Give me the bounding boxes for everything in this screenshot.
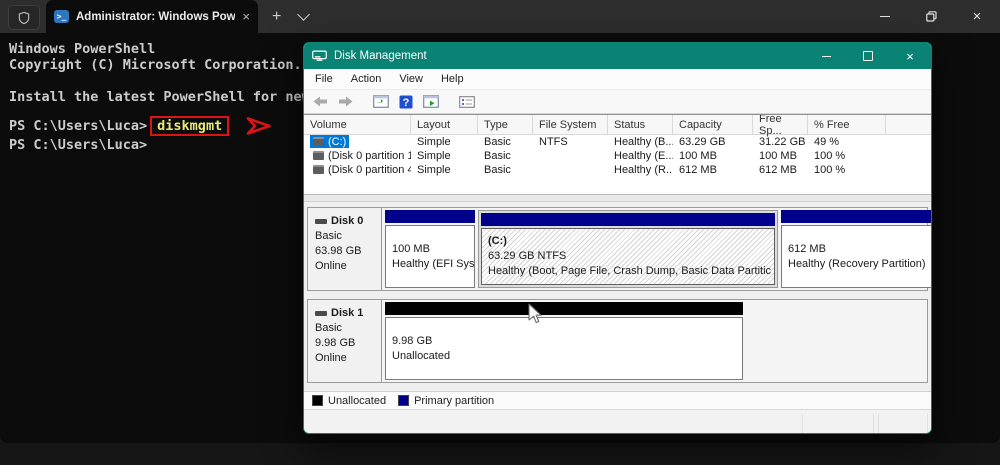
terminal-tab[interactable]: >_ Administrator: Windows Pow × bbox=[46, 0, 258, 33]
partition-c-selected[interactable]: (C:) 63.29 GB NTFS Healthy (Boot, Page F… bbox=[478, 210, 778, 288]
volume-icon bbox=[313, 137, 324, 146]
column-header-pct-free[interactable]: % Free bbox=[808, 115, 886, 134]
svg-text:?: ? bbox=[403, 97, 410, 109]
menu-file[interactable]: File bbox=[306, 73, 342, 85]
tab-close-icon[interactable]: × bbox=[242, 10, 250, 23]
show-console-tree-icon[interactable] bbox=[371, 93, 391, 111]
unallocated-space[interactable]: 9.98 GB Unallocated bbox=[385, 302, 743, 380]
disk0-row: Disk 0 Basic 63.98 GB Online 100 MB Heal… bbox=[307, 207, 931, 291]
volume-name: (Disk 0 partition 4) bbox=[310, 163, 411, 176]
partition-recovery[interactable]: 612 MB Healthy (Recovery Partition) bbox=[781, 210, 931, 288]
properties-icon[interactable] bbox=[457, 93, 477, 111]
column-header-file-system[interactable]: File System bbox=[533, 115, 608, 134]
help-icon[interactable]: ? bbox=[396, 93, 416, 111]
column-header-type[interactable]: Type bbox=[478, 115, 533, 134]
terminal-output-line: Install the latest PowerShell for new bbox=[9, 89, 310, 105]
primary-partition-swatch bbox=[398, 395, 410, 406]
legend-unallocated: Unallocated bbox=[312, 395, 386, 407]
column-header-capacity[interactable]: Capacity bbox=[673, 115, 753, 134]
terminal-prompt-line: PS C:\Users\Luca> diskmgmt bbox=[9, 116, 273, 136]
unallocated-bar bbox=[385, 302, 743, 315]
window-title: Disk Management bbox=[334, 50, 427, 62]
disk1-label[interactable]: Disk 1 Basic 9.98 GB Online bbox=[308, 300, 382, 382]
highlighted-command: diskmgmt bbox=[150, 116, 230, 136]
disk-icon bbox=[315, 219, 327, 224]
terminal-tab-title: Administrator: Windows Pow bbox=[76, 10, 236, 23]
volume-row-c[interactable]: (C:) Simple Basic NTFS Healthy (B... 63.… bbox=[304, 135, 931, 149]
disk0-label[interactable]: Disk 0 Basic 63.98 GB Online bbox=[308, 208, 382, 290]
dm-maximize-button[interactable] bbox=[847, 43, 889, 69]
new-tab-button[interactable]: + bbox=[272, 0, 281, 33]
terminal-output-line: Copyright (C) Microsoft Corporation. bbox=[9, 57, 302, 73]
partition-efi[interactable]: 100 MB Healthy (EFI System P bbox=[385, 210, 475, 288]
primary-partition-bar bbox=[781, 210, 931, 223]
volume-list: Volume Layout Type File System Status Ca… bbox=[304, 114, 931, 195]
powershell-icon: >_ bbox=[54, 10, 69, 23]
annotation-arrow-icon bbox=[246, 117, 272, 135]
volume-row-partition1[interactable]: (Disk 0 partition 1) Simple Basic Health… bbox=[304, 149, 931, 163]
menu-view[interactable]: View bbox=[390, 73, 432, 85]
admin-shield-badge bbox=[8, 5, 40, 30]
prompt-text: PS C:\Users\Luca> bbox=[9, 118, 148, 134]
disk-management-app-icon bbox=[312, 50, 327, 61]
column-header-status[interactable]: Status bbox=[608, 115, 673, 134]
tab-dropdown-icon[interactable] bbox=[297, 8, 311, 21]
show-action-pane-icon[interactable] bbox=[421, 93, 441, 111]
shield-icon bbox=[18, 11, 30, 24]
volume-name-selected: (C:) bbox=[310, 135, 350, 148]
restore-icon bbox=[925, 11, 937, 22]
back-icon[interactable] bbox=[310, 93, 330, 111]
terminal-window-controls: × bbox=[862, 0, 1000, 33]
volume-name: (Disk 0 partition 1) bbox=[310, 149, 411, 162]
terminal-prompt-line[interactable]: PS C:\Users\Luca> bbox=[9, 137, 147, 153]
column-header-free-space[interactable]: Free Sp... bbox=[753, 115, 808, 137]
dm-close-button[interactable]: × bbox=[889, 43, 931, 69]
disk-management-window: Disk Management × File Action View Help bbox=[303, 42, 932, 434]
column-header-blank bbox=[886, 115, 931, 134]
disk-management-titlebar: Disk Management × bbox=[304, 43, 931, 69]
graphical-view: Disk 0 Basic 63.98 GB Online 100 MB Heal… bbox=[304, 202, 931, 391]
volume-list-header: Volume Layout Type File System Status Ca… bbox=[304, 115, 931, 137]
primary-partition-bar bbox=[481, 213, 775, 226]
menu-bar: File Action View Help bbox=[304, 69, 931, 90]
mouse-cursor bbox=[528, 303, 542, 324]
terminal-restore-button[interactable] bbox=[908, 0, 954, 33]
dm-minimize-button[interactable] bbox=[805, 43, 847, 69]
disk1-row: Disk 1 Basic 9.98 GB Online 9.98 GB Unal… bbox=[307, 299, 928, 383]
terminal-minimize-button[interactable] bbox=[862, 0, 908, 33]
menu-action[interactable]: Action bbox=[342, 73, 391, 85]
column-header-layout[interactable]: Layout bbox=[411, 115, 478, 134]
volume-icon bbox=[313, 151, 324, 160]
forward-icon[interactable] bbox=[335, 93, 355, 111]
unallocated-swatch bbox=[312, 395, 323, 406]
primary-partition-bar bbox=[385, 210, 475, 223]
column-header-volume[interactable]: Volume bbox=[304, 115, 411, 134]
status-segment bbox=[878, 414, 928, 433]
volume-icon bbox=[313, 165, 324, 174]
terminal-output-line: Windows PowerShell bbox=[9, 41, 156, 57]
toolbar: ? bbox=[304, 90, 931, 114]
terminal-titlebar: >_ Administrator: Windows Pow × + × bbox=[0, 0, 1000, 33]
menu-help[interactable]: Help bbox=[432, 73, 473, 85]
status-segment bbox=[802, 414, 874, 433]
terminal-close-button[interactable]: × bbox=[954, 0, 1000, 33]
dm-window-controls: × bbox=[805, 43, 931, 69]
disk-icon bbox=[315, 311, 327, 316]
legend-primary-partition: Primary partition bbox=[398, 395, 494, 407]
disk1-partitions: 9.98 GB Unallocated bbox=[382, 300, 927, 382]
disk0-partitions: 100 MB Healthy (EFI System P (C:) 63.29 … bbox=[382, 208, 931, 290]
pane-splitter[interactable] bbox=[304, 195, 931, 202]
status-bar bbox=[304, 409, 931, 433]
legend-bar: Unallocated Primary partition bbox=[304, 391, 931, 409]
volume-row-partition4[interactable]: (Disk 0 partition 4) Simple Basic Health… bbox=[304, 163, 931, 177]
